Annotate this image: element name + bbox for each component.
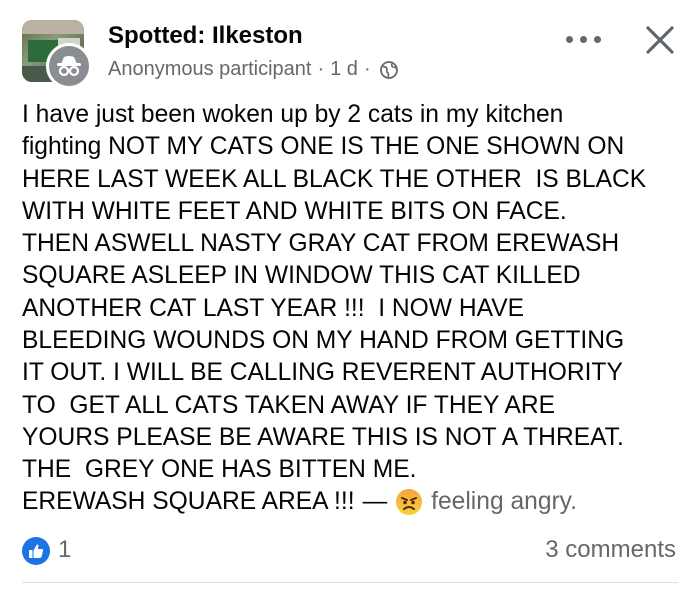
post-line: WITH WHITE FEET AND WHITE BITS ON FACE.	[22, 197, 567, 225]
post-header: Spotted: Ilkeston Anonymous participant …	[0, 0, 700, 100]
close-button[interactable]	[640, 20, 680, 60]
footer-divider	[22, 582, 678, 583]
meta-separator: ·	[363, 58, 371, 80]
em-dash: —	[362, 488, 388, 515]
post-line: ANOTHER CAT LAST YEAR !!! I NOW HAVE	[22, 294, 524, 322]
anonymous-icon	[46, 43, 92, 89]
like-icon[interactable]	[22, 537, 50, 565]
post-line: HERE LAST WEEK ALL BLACK THE OTHER IS BL…	[22, 165, 647, 193]
post-line: IT OUT. I WILL BE CALLING REVERENT AUTHO…	[22, 359, 623, 387]
post-card: Spotted: Ilkeston Anonymous participant …	[0, 0, 700, 593]
angry-face-icon	[395, 488, 423, 516]
reaction-count[interactable]: 1	[58, 536, 71, 564]
post-line: SQUARE ASLEEP IN WINDOW THIS CAT KILLED	[22, 262, 581, 290]
more-dot	[594, 36, 601, 43]
post-meta: Anonymous participant · 1 d ·	[108, 58, 399, 81]
post-body-text: I have just been woken up by 2 cats in m…	[22, 99, 692, 487]
meta-separator: ·	[317, 58, 325, 80]
post-last-line: EREWASH SQUARE AREA !!! — feeling angry.	[22, 486, 577, 518]
more-options-button[interactable]	[562, 30, 606, 50]
post-line: I have just been woken up by 2 cats in m…	[22, 101, 564, 128]
post-line: YOURS PLEASE BE AWARE THIS IS NOT A THRE…	[22, 423, 624, 451]
feeling-activity[interactable]: feeling angry.	[431, 486, 577, 518]
more-dot	[580, 36, 587, 43]
globe-icon	[379, 60, 399, 80]
close-icon	[646, 26, 674, 54]
post-line: EREWASH SQUARE AREA !!!	[22, 488, 355, 515]
post-line: THE GREY ONE HAS BITTEN ME.	[22, 456, 417, 484]
comments-count-link[interactable]: 3 comments	[545, 536, 676, 564]
post-timestamp[interactable]: 1 d	[330, 58, 358, 81]
more-dots-icon	[566, 36, 573, 43]
post-line: TO GET ALL CATS TAKEN AWAY IF THEY ARE	[22, 391, 556, 419]
post-line: fighting NOT MY CATS ONE IS THE ONE SHOW…	[22, 133, 625, 161]
post-line: THEN ASWELL NASTY GRAY CAT FROM EREWASH	[22, 230, 620, 258]
post-line: BLEEDING WOUNDS ON MY HAND FROM GETTING	[22, 327, 625, 355]
author-name[interactable]: Anonymous participant	[108, 58, 311, 81]
group-name-link[interactable]: Spotted: Ilkeston	[108, 22, 303, 50]
